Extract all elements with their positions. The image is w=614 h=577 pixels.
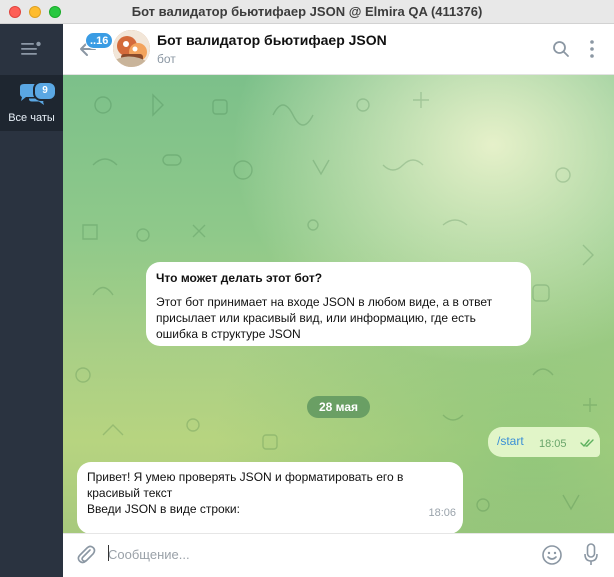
- bot-info-card: Что может делать этот бот? Этот бот прин…: [146, 262, 531, 346]
- attach-button[interactable]: [75, 544, 97, 566]
- more-vertical-icon: [590, 40, 594, 58]
- chat-title[interactable]: Бот валидатор бьютифаер JSON: [157, 32, 387, 48]
- voice-record-button[interactable]: [583, 542, 599, 568]
- bot-info-title: Что может делать этот бот?: [156, 271, 323, 285]
- message-text-line1: Привет! Я умею проверять JSON и форматир…: [87, 470, 404, 500]
- folder-all-chats[interactable]: 9 Все чаты: [0, 75, 63, 131]
- bot-command-link[interactable]: /start: [497, 434, 524, 448]
- search-button[interactable]: [551, 39, 571, 59]
- outgoing-message[interactable]: /start 18:05: [488, 427, 600, 457]
- chat-subtitle: бот: [157, 52, 176, 66]
- bot-avatar-image: [113, 30, 150, 67]
- message-time: 18:06: [428, 507, 456, 519]
- bot-info-text: Этот бот принимает на входе JSON в любом…: [156, 295, 493, 341]
- smile-icon: [542, 545, 562, 565]
- more-options-button[interactable]: [587, 38, 597, 60]
- microphone-icon: [584, 543, 598, 565]
- message-list[interactable]: Что может делать этот бот? Этот бот прин…: [63, 75, 614, 533]
- message-composer: [63, 533, 614, 577]
- window-title: Бот валидатор бьютифаер JSON @ Elmira QA…: [131, 4, 483, 19]
- unread-count-badge: 9: [33, 81, 57, 101]
- chat-header: ..16 Бот валидатор бьютифаер JSON бот: [63, 24, 614, 75]
- menu-icon: [21, 41, 41, 55]
- message-input[interactable]: [108, 543, 528, 565]
- search-icon: [553, 41, 569, 57]
- paperclip-icon: [77, 545, 96, 564]
- message-text-line2: Введи JSON в виде строки:: [87, 502, 240, 516]
- date-divider: 28 мая: [307, 396, 370, 418]
- folders-sidebar: 9 Все чаты: [0, 24, 63, 577]
- main-menu-button[interactable]: [19, 40, 43, 58]
- folder-label: Все чаты: [8, 112, 55, 124]
- emoji-button[interactable]: [541, 544, 563, 566]
- message-time: 18:05: [539, 438, 567, 450]
- incoming-message[interactable]: Привет! Я умею проверять JSON и форматир…: [77, 462, 463, 533]
- unread-chats-badge: ..16: [85, 32, 114, 49]
- title-bar: Бот валидатор бьютифаер JSON @ Elmira QA…: [0, 0, 614, 24]
- avatar[interactable]: [113, 30, 150, 67]
- telegram-window: Бот валидатор бьютифаер JSON @ Elmira QA…: [0, 0, 614, 577]
- double-check-icon: [580, 439, 594, 448]
- text-cursor: [108, 545, 109, 561]
